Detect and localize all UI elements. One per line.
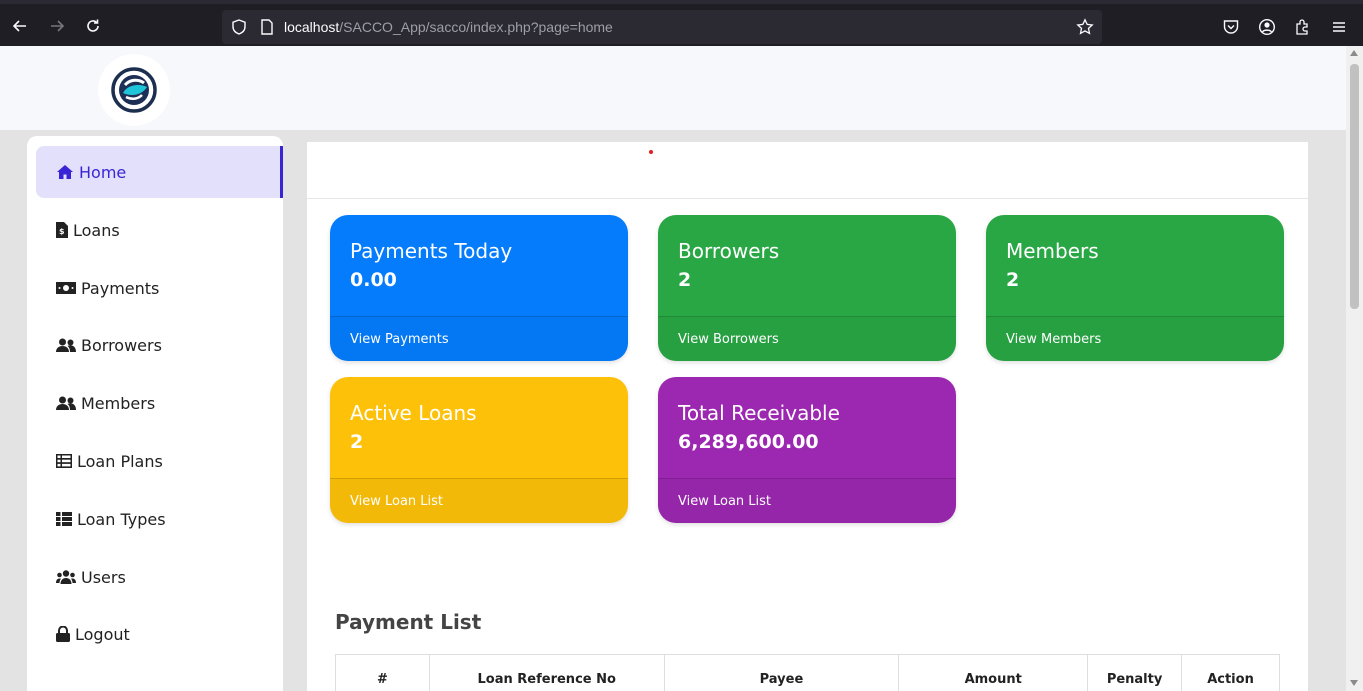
view-payments-link[interactable]: View Payments (330, 316, 628, 361)
indicator-dot (649, 150, 653, 154)
card-value: 0.00 (350, 269, 397, 291)
sidebar-item-label: Loan Types (77, 509, 166, 529)
scroll-down-arrow-icon[interactable] (1350, 680, 1358, 686)
view-members-link[interactable]: View Members (986, 316, 1284, 361)
shield-icon[interactable] (230, 18, 248, 36)
money-bill-icon (56, 282, 76, 294)
column-header-action[interactable]: Action (1181, 654, 1280, 691)
card-active-loans: Active Loans 2 View Loan List (330, 377, 628, 523)
sidebar-item-loan-types[interactable]: Loan Types (36, 493, 283, 545)
sidebar-item-loans[interactable]: $ Loans (36, 204, 283, 256)
star-icon[interactable] (1076, 18, 1094, 36)
sidebar-item-label: Loans (73, 220, 120, 240)
card-title: Payments Today (350, 239, 513, 263)
back-button[interactable] (6, 12, 34, 40)
page-icon (261, 19, 273, 35)
file-invoice-icon: $ (56, 222, 68, 238)
table-header-row: # Loan Reference No Payee Amount Penalty… (335, 654, 1280, 691)
reload-icon (87, 19, 99, 32)
logo-icon (111, 67, 157, 113)
back-arrow-icon (12, 20, 26, 32)
sidebar-item-loan-plans[interactable]: Loan Plans (36, 435, 283, 487)
card-value: 2 (350, 431, 364, 453)
column-header-loan-reference[interactable]: Loan Reference No (428, 654, 665, 691)
card-payments-today: Payments Today 0.00 View Payments (330, 215, 628, 361)
sidebar-item-label: Logout (75, 624, 130, 644)
view-borrowers-link[interactable]: View Borrowers (658, 316, 956, 361)
sidebar-item-logout[interactable]: Logout (36, 608, 283, 660)
card-value: 6,289,600.00 (678, 431, 819, 453)
card-title: Active Loans (350, 401, 477, 425)
url-text: localhost/SACCO_App/sacco/index.php?page… (284, 19, 613, 35)
card-title: Total Receivable (678, 401, 840, 425)
column-header-penalty[interactable]: Penalty (1087, 654, 1183, 691)
main-content: Payments Today 0.00 View Payments Borrow… (307, 142, 1308, 691)
forward-arrow-icon (51, 20, 65, 32)
view-loan-list-link[interactable]: View Loan List (330, 478, 628, 523)
browser-toolbar: localhost/SACCO_App/sacco/index.php?page… (0, 0, 1363, 46)
sidebar-item-label: Loan Plans (77, 451, 163, 471)
app-logo (98, 54, 170, 126)
view-loan-list-link[interactable]: View Loan List (658, 478, 956, 523)
th-list-icon (56, 512, 72, 526)
column-header-payee[interactable]: Payee (663, 654, 900, 691)
main-topbar (307, 142, 1308, 199)
sidebar-item-label: Members (81, 393, 156, 413)
sidebar-item-label: Borrowers (81, 335, 162, 355)
column-header-number[interactable]: # (335, 654, 430, 691)
page-header (0, 46, 1346, 130)
payment-list-table: # Loan Reference No Payee Amount Penalty… (335, 654, 1280, 691)
list-icon (56, 454, 72, 468)
sidebar-item-label: Home (79, 162, 127, 182)
home-icon (57, 165, 73, 179)
card-value: 2 (1006, 269, 1020, 291)
scrollbar-thumb[interactable] (1350, 64, 1359, 309)
menu-icon[interactable] (1330, 18, 1348, 36)
user-friends-icon (56, 396, 76, 410)
card-title: Borrowers (678, 239, 780, 263)
sidebar-item-users[interactable]: Users (36, 551, 283, 603)
sidebar: Home $ Loans Payments Borrowers Members … (27, 136, 283, 691)
users-icon (56, 570, 76, 584)
extensions-icon[interactable] (1294, 18, 1312, 36)
pocket-icon[interactable] (1222, 18, 1240, 36)
user-friends-icon (56, 338, 76, 352)
lock-icon (56, 626, 70, 642)
sidebar-item-members[interactable]: Members (36, 377, 283, 429)
payment-list-title: Payment List (335, 610, 482, 634)
sidebar-item-payments[interactable]: Payments (36, 262, 283, 314)
page-scrollbar[interactable] (1346, 46, 1363, 691)
card-total-receivable: Total Receivable 6,289,600.00 View Loan … (658, 377, 956, 523)
card-title: Members (1006, 239, 1099, 263)
reload-button[interactable] (79, 12, 107, 40)
card-members: Members 2 View Members (986, 215, 1284, 361)
card-borrowers: Borrowers 2 View Borrowers (658, 215, 956, 361)
address-bar[interactable]: localhost/SACCO_App/sacco/index.php?page… (222, 10, 1102, 44)
scroll-up-arrow-icon[interactable] (1350, 50, 1358, 56)
sidebar-item-label: Payments (81, 278, 160, 298)
card-value: 2 (678, 269, 692, 291)
sidebar-item-borrowers[interactable]: Borrowers (36, 319, 283, 371)
svg-text:$: $ (59, 227, 65, 236)
sidebar-item-home[interactable]: Home (36, 146, 283, 198)
forward-button[interactable] (43, 12, 71, 40)
column-header-amount[interactable]: Amount (898, 654, 1089, 691)
account-icon[interactable] (1258, 18, 1276, 36)
sidebar-item-label: Users (81, 567, 126, 587)
